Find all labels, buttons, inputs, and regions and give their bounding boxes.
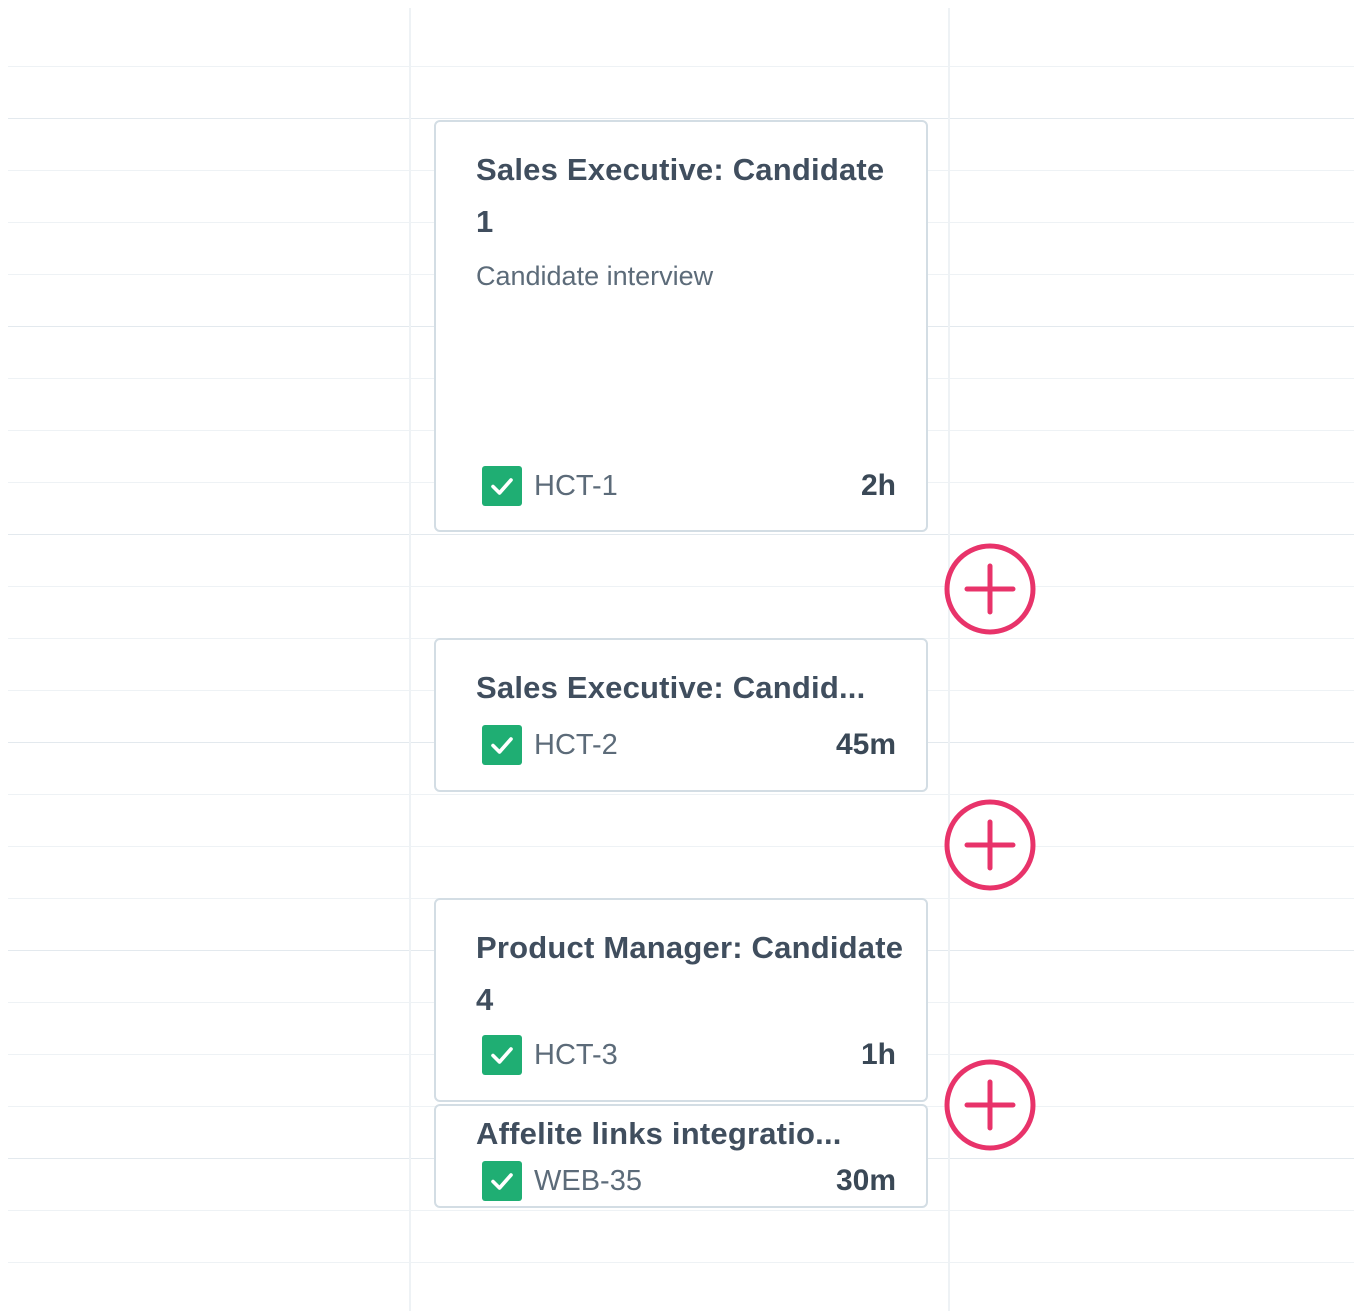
event-footer: HCT-3 1h	[482, 1034, 896, 1076]
plus-circle-icon	[944, 1059, 1036, 1151]
issue-key[interactable]: HCT-1	[534, 470, 618, 503]
add-event-button[interactable]	[943, 542, 1037, 636]
grid-line	[8, 66, 1354, 67]
event-footer: HCT-2 45m	[482, 724, 896, 766]
event-title: Sales Executive: Candid...	[476, 670, 866, 705]
issue-key[interactable]: HCT-3	[534, 1039, 618, 1072]
event-card-hct-2[interactable]: Sales Executive: Candid... HCT-2 45m	[434, 638, 928, 792]
issue-key[interactable]: WEB-35	[534, 1165, 642, 1198]
event-footer: HCT-1 2h	[482, 465, 896, 507]
plus-circle-icon	[944, 543, 1036, 635]
event-card-hct-1[interactable]: Sales Executive: Candidate 1 Candidate i…	[434, 120, 928, 532]
check-icon	[482, 725, 522, 765]
event-duration: 30m	[835, 1164, 896, 1197]
grid-line	[8, 794, 1354, 795]
add-event-button[interactable]	[943, 1058, 1037, 1152]
check-icon	[482, 1035, 522, 1075]
add-event-button[interactable]	[943, 798, 1037, 892]
grid-line	[8, 586, 1354, 587]
grid-line	[8, 118, 1354, 119]
event-duration: 2h	[860, 469, 896, 502]
event-card-web-35[interactable]: Affelite links integratio... WEB-35 30m	[434, 1104, 928, 1208]
event-title: Affelite links integratio...	[476, 1116, 842, 1151]
column-divider	[409, 8, 411, 1311]
event-duration: 1h	[860, 1038, 896, 1071]
plus-circle-icon	[944, 799, 1036, 891]
event-duration: 45m	[835, 728, 896, 761]
calendar-day-view: Sales Executive: Candidate 1 Candidate i…	[0, 0, 1354, 1311]
issue-key[interactable]: HCT-2	[534, 729, 618, 762]
event-subtitle: Candidate interview	[476, 261, 714, 291]
check-icon	[482, 1161, 522, 1201]
event-footer: WEB-35 30m	[482, 1160, 896, 1202]
event-card-hct-3[interactable]: Product Manager: Candidate 4 HCT-3 1h	[434, 898, 928, 1102]
event-title: Sales Executive: Candidate 1	[476, 152, 885, 239]
grid-line	[8, 534, 1354, 535]
grid-line	[8, 846, 1354, 847]
check-icon	[482, 466, 522, 506]
event-title: Product Manager: Candidate 4	[476, 930, 904, 1017]
grid-line	[8, 1210, 1354, 1211]
grid-line	[8, 1262, 1354, 1263]
